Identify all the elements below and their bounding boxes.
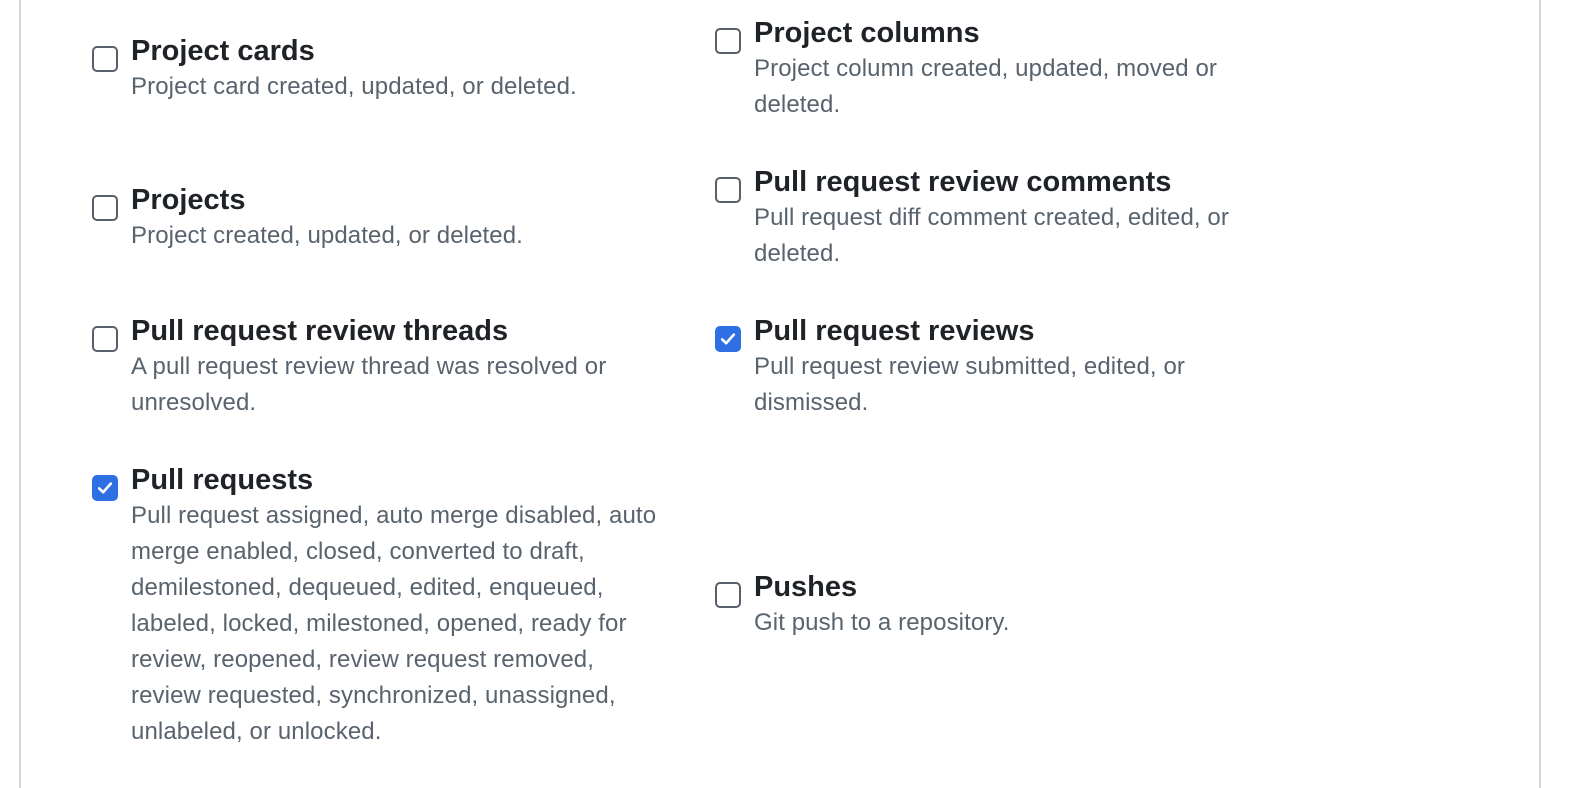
event-checkbox-pushes[interactable] [715,582,741,608]
event-description-line: deleted. [754,240,841,267]
event-title[interactable]: Projects [131,182,245,218]
event-description-line: Pull request assigned, auto merge disabl… [131,502,657,529]
checkmark-icon [97,482,113,494]
event-description: Project created, updated, or deleted. [131,218,523,254]
event-description-line: demilestoned, dequeued, edited, enqueued… [131,574,604,601]
checkmark-icon [720,333,736,345]
event-checkbox-pull-requests[interactable] [92,475,118,501]
event-title[interactable]: Pull request review comments [754,164,1171,200]
event-description-line: merge enabled, closed, converted to draf… [131,538,585,565]
event-description: A pull request review thread was resolve… [131,349,606,421]
event-description-line: Project column created, updated, moved o… [754,55,1218,82]
event-description-line: unresolved. [131,389,257,416]
event-description-line: deleted. [754,91,841,118]
event-description-line: dismissed. [754,389,869,416]
event-title[interactable]: Pull requests [131,462,313,498]
event-description-line: review requested, synchronized, unassign… [131,682,616,709]
event-title[interactable]: Pushes [754,569,857,605]
event-title[interactable]: Project columns [754,15,980,51]
event-description: Git push to a repository. [754,605,1010,641]
event-checkbox-projects[interactable] [92,195,118,221]
event-description: Pull request diff comment created, edite… [754,200,1229,272]
event-description: Project column created, updated, moved o… [754,51,1217,123]
event-description-line: labeled, locked, milestoned, opened, rea… [131,610,627,637]
event-checkbox-pull-request-reviews[interactable] [715,326,741,352]
event-checkbox-project-columns[interactable] [715,28,741,54]
event-title[interactable]: Project cards [131,33,315,69]
event-description: Pull request review submitted, edited, o… [754,349,1185,421]
event-description-line: Pull request diff comment created, edite… [754,204,1229,231]
event-description: Pull request assigned, auto merge disabl… [131,498,656,750]
event-description-line: Project created, updated, or deleted. [131,222,523,249]
event-description-line: Project card created, updated, or delete… [131,73,577,100]
event-description-line: A pull request review thread was resolve… [131,353,607,380]
event-checkbox-pull-request-review-comments[interactable] [715,177,741,203]
event-checkbox-pull-request-review-threads[interactable] [92,326,118,352]
event-description-line: Pull request review submitted, edited, o… [754,353,1185,380]
event-description-line: Git push to a repository. [754,609,1010,636]
event-checkbox-project-cards[interactable] [92,46,118,72]
event-title[interactable]: Pull request reviews [754,313,1034,349]
event-description: Project card created, updated, or delete… [131,69,577,105]
webhook-events-panel: Project cards Project card created, updat… [19,0,1541,788]
event-description-line: review, reopened, review request removed… [131,646,595,673]
event-description-line: unlabeled, or unlocked. [131,718,382,745]
event-title[interactable]: Pull request review threads [131,313,508,349]
